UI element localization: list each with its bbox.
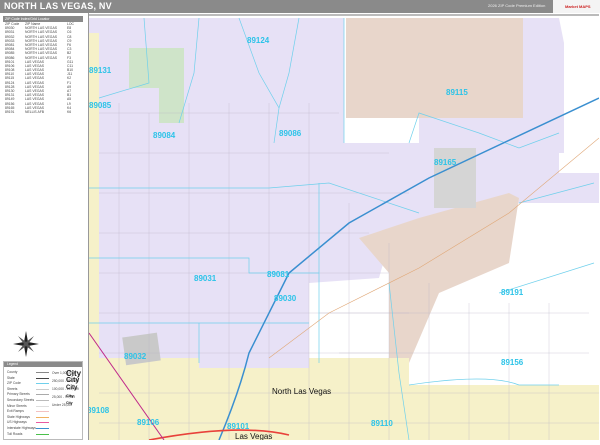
legend-swatch xyxy=(36,405,49,407)
legend-swatch xyxy=(36,383,49,385)
legend-city-sample: City xyxy=(66,377,80,384)
map-title: NORTH LAS VEGAS, NV xyxy=(4,1,112,11)
legend-item-label: Minor Streets xyxy=(7,403,27,408)
edition-label: 2026 ZIP Code Premium Edition xyxy=(488,3,546,8)
nellis-area-north xyxy=(346,18,523,118)
legend-item-label: Secondary Streets xyxy=(7,398,35,402)
map-canvas[interactable]: 89124 89131 89085 89084 89086 89115 8916… xyxy=(87,13,600,441)
legend-swatch xyxy=(36,416,49,418)
legend-swatch xyxy=(36,394,49,396)
legend-item-label: Primary Streets xyxy=(7,392,30,397)
zip-label: 89031 xyxy=(194,274,217,283)
city-label-north-las-vegas: North Las Vegas xyxy=(272,387,331,396)
legend-swatch xyxy=(36,388,49,390)
zip-label: 89032 xyxy=(124,352,147,361)
zip-label: 89084 xyxy=(153,131,176,140)
zip-label: 89131 xyxy=(89,66,112,75)
zip-label: 89030 xyxy=(274,294,297,303)
zip-index-cell: K6 xyxy=(67,109,72,114)
zip-index-cell: 89191 xyxy=(5,109,15,114)
legend-swatch xyxy=(36,411,49,413)
legend-city-sample: City xyxy=(66,401,73,405)
legend-city-sample: City xyxy=(66,393,74,398)
compass-rose-icon xyxy=(13,331,39,357)
legend-swatch xyxy=(36,433,49,435)
legend-city-sample: City xyxy=(66,385,78,391)
zip-label: 89124 xyxy=(247,36,270,45)
zip-label: 89108 xyxy=(89,406,110,415)
legend-swatch xyxy=(36,400,49,401)
legend-swatch xyxy=(36,372,49,373)
zip-index-row: 89191 NELLIS AFB K6 xyxy=(3,110,83,114)
zip-label: 89086 xyxy=(279,129,302,138)
header-bar: NORTH LAS VEGAS, NV 2026 ZIP Code Premiu… xyxy=(0,0,600,13)
zip-label: 89106 xyxy=(137,418,160,427)
legend-item-label: ZIP Code xyxy=(7,381,21,386)
brand-logo: Market MAPS xyxy=(553,0,600,13)
zip-label: 89191 xyxy=(501,288,524,297)
legend-item-label: State xyxy=(7,375,15,380)
zip-index: ZIP Code Index/Grid Locator ZIP Code ZIP … xyxy=(3,16,83,114)
legend-item-label: Toll Roads xyxy=(7,431,23,436)
legend-swatch xyxy=(36,377,49,379)
zip-label: 89085 xyxy=(89,101,112,110)
legend-swatch xyxy=(36,422,49,424)
map-legend: Legend County State ZIP Code Streets Primary… xyxy=(3,361,83,440)
legend-swatch xyxy=(36,428,49,429)
zip-index-cell: NELLIS AFB xyxy=(25,109,45,114)
zip-label: 89081 xyxy=(267,270,290,279)
legend-item-label: Exit Ramps xyxy=(7,409,24,414)
zip-label: 89101 xyxy=(227,422,250,431)
legend-item-label: County xyxy=(7,370,18,374)
zip-label: 89156 xyxy=(501,358,524,367)
legend-title: Legend xyxy=(4,362,82,367)
legend-item-label: State Highways xyxy=(7,414,30,419)
legend-item-label: Interstate Highways xyxy=(7,426,36,430)
zip-label: 89115 xyxy=(446,88,468,97)
legend-item-label: US Highways xyxy=(7,420,27,425)
zip-label: 89165 xyxy=(434,158,457,167)
zip-label: 89110 xyxy=(371,419,393,428)
city-label-las-vegas: Las Vegas xyxy=(235,432,272,440)
legend-item-label: Streets xyxy=(7,386,18,391)
